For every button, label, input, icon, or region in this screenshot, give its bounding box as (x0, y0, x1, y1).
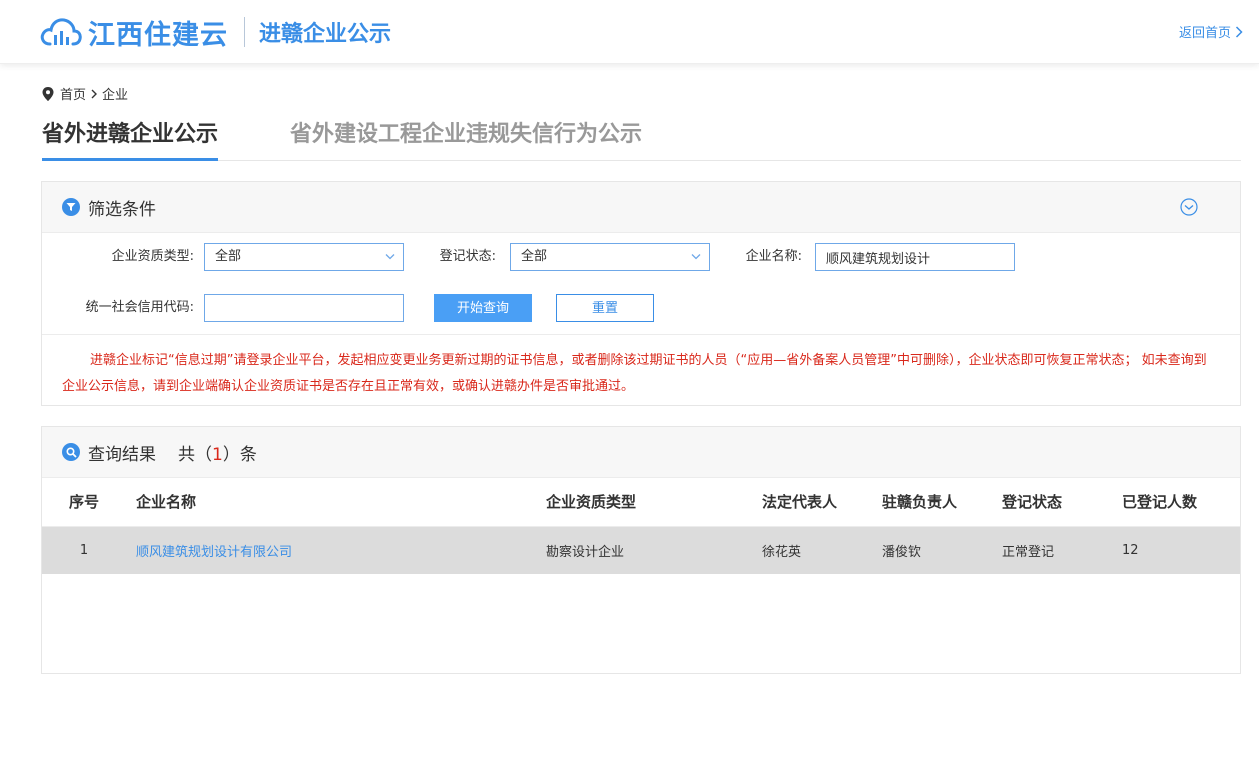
search-icon (62, 443, 80, 461)
breadcrumb-home[interactable]: 首页 (60, 84, 86, 103)
col-header-local-manager: 驻赣负责人 (882, 478, 1002, 527)
qualification-type-select[interactable]: 全部 (204, 243, 404, 271)
breadcrumb-current: 企业 (102, 88, 129, 103)
results-table: 序号 企业名称 企业资质类型 法定代表人 驻赣负责人 登记状态 已登记人数 1 … (42, 478, 1240, 574)
cell-company-name: 顺风建筑规划设计有限公司 (126, 526, 546, 574)
tab-enterprise-publicity[interactable]: 省外进赣企业公示 (42, 110, 219, 161)
logo-text: 江西住建云 (88, 19, 228, 51)
results-count-prefix: 共（ (178, 444, 212, 465)
filter-title: 筛选条件 (88, 199, 156, 220)
cell-local-manager: 潘俊钦 (882, 526, 1002, 574)
results-panel-header: 查询结果 共（1）条 (42, 427, 1240, 478)
filter-icon (62, 198, 80, 216)
filter-panel: 筛选条件 企业资质类型: 全部 登记状态: 全部 企业名称: 统一社会信用代码:… (41, 181, 1241, 406)
notice-text: 进赣企业标记“信息过期”请登录企业平台，发起相应变更业务更新过期的证书信息，或者… (62, 353, 1207, 394)
company-name-label: 企业名称: (745, 249, 802, 264)
table-row: 1 顺风建筑规划设计有限公司 勘察设计企业 徐花英 潘俊钦 正常登记 12 (42, 526, 1240, 574)
filter-panel-header: 筛选条件 (42, 182, 1240, 233)
table-header-row: 序号 企业名称 企业资质类型 法定代表人 驻赣负责人 登记状态 已登记人数 (42, 478, 1240, 527)
breadcrumb: 首页 企业 (42, 84, 128, 103)
status-select[interactable]: 全部 (510, 243, 710, 271)
results-title: 查询结果 (88, 444, 156, 465)
col-header-legal-rep: 法定代表人 (762, 478, 882, 527)
col-header-status: 登记状态 (1002, 478, 1122, 527)
filter-row-2: 统一社会信用代码: 开始查询 重置 (42, 294, 1240, 324)
chevron-down-icon (385, 254, 395, 260)
back-home-label: 返回首页 (1178, 26, 1231, 41)
site-subtitle: 进赣企业公示 (259, 22, 392, 47)
cell-status: 正常登记 (1002, 526, 1122, 574)
company-name-link[interactable]: 顺风建筑规划设计有限公司 (136, 545, 292, 560)
cell-no: 1 (42, 526, 126, 574)
company-name-input[interactable] (815, 243, 1015, 271)
cloud-chart-icon (40, 18, 82, 46)
reset-button[interactable]: 重置 (556, 294, 654, 322)
tab-violation-publicity[interactable]: 省外建设工程企业违规失信行为公示 (290, 110, 642, 161)
site-logo[interactable]: 江西住建云 进赣企业公示 (40, 14, 392, 51)
logo-separator (244, 17, 245, 47)
qualification-type-value: 全部 (215, 249, 242, 264)
cell-registered-count: 12 (1122, 526, 1240, 574)
chevron-down-icon (691, 254, 701, 260)
top-header: 江西住建云 进赣企业公示 返回首页 (0, 0, 1259, 64)
results-count: 共（1）条 (178, 440, 257, 465)
col-header-name: 企业名称 (126, 478, 546, 527)
col-header-registered-count: 已登记人数 (1122, 478, 1240, 527)
filter-divider (42, 334, 1240, 335)
credit-code-label: 统一社会信用代码: (85, 300, 194, 315)
back-home-link[interactable]: 返回首页 (1179, 22, 1243, 41)
qualification-type-label: 企业资质类型: (111, 249, 194, 264)
chevron-right-icon (91, 89, 98, 98)
status-value: 全部 (521, 249, 548, 264)
results-count-number: 1 (212, 444, 223, 465)
collapse-toggle-icon[interactable] (1180, 198, 1198, 216)
credit-code-input[interactable] (204, 294, 404, 322)
filter-row-1: 企业资质类型: 全部 登记状态: 全部 企业名称: (42, 243, 1240, 273)
results-panel: 查询结果 共（1）条 序号 企业名称 企业资质类型 法定代表人 驻赣负责人 登记… (41, 426, 1241, 674)
col-header-no: 序号 (42, 478, 126, 527)
status-label: 登记状态: (439, 249, 496, 264)
results-count-suffix: ）条 (222, 444, 257, 465)
col-header-qualification: 企业资质类型 (546, 478, 762, 527)
cell-qualification: 勘察设计企业 (546, 526, 762, 574)
search-button[interactable]: 开始查询 (434, 294, 532, 322)
chevron-right-icon (1235, 25, 1243, 38)
tab-bar: 省外进赣企业公示 省外建设工程企业违规失信行为公示 (42, 110, 1241, 161)
cell-legal-rep: 徐花英 (762, 526, 882, 574)
location-pin-icon (42, 86, 54, 101)
